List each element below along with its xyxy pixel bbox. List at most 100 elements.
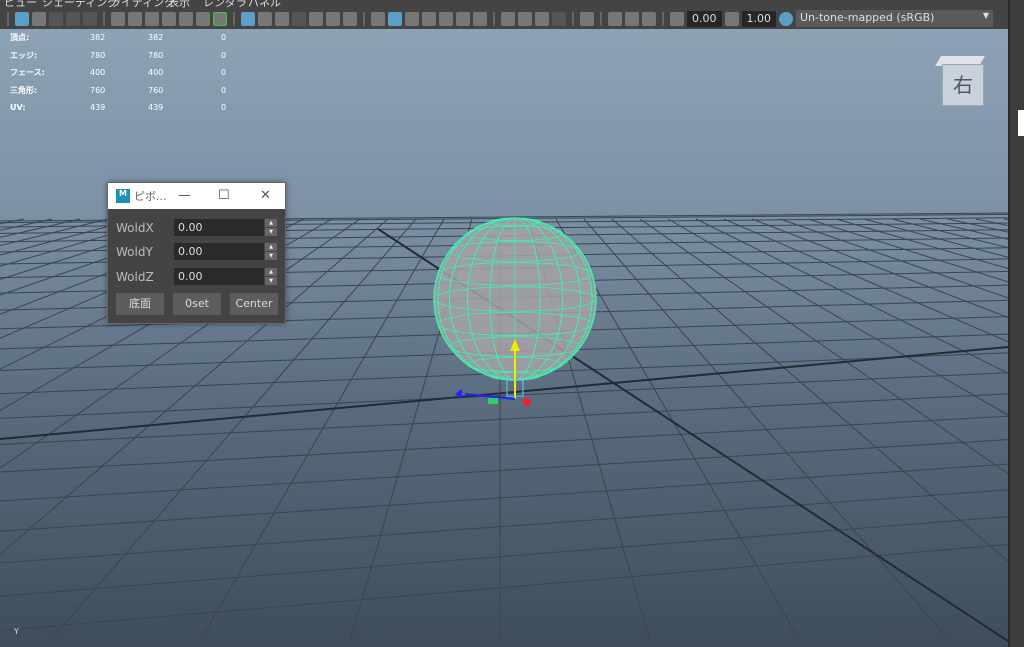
- isolate-select-icon[interactable]: [580, 11, 594, 26]
- maximize-button[interactable]: ☐: [218, 188, 230, 203]
- stat-row: 三角形: 760 760 0: [10, 82, 226, 100]
- zero-set-button[interactable]: 0set: [173, 293, 221, 315]
- chevron-down-icon: ▼: [982, 11, 989, 20]
- world-y-stepper[interactable]: ▲ ▼: [265, 243, 277, 260]
- divider: [662, 11, 664, 26]
- camera-lock-icon[interactable]: [128, 11, 142, 26]
- grid-line: [0, 439, 1008, 502]
- ambient-occlusion-icon[interactable]: [501, 11, 515, 26]
- gamma-input[interactable]: 1.00: [741, 10, 776, 27]
- gate-mask-icon[interactable]: [292, 11, 306, 26]
- safe-title-icon[interactable]: [343, 11, 357, 26]
- divider: [103, 11, 105, 26]
- dialog-titlebar[interactable]: M ピボ... — ☐ ✕: [108, 183, 285, 209]
- film-gate-icon[interactable]: [258, 11, 272, 26]
- color-space-select[interactable]: Un-tone-mapped (sRGB) ▼: [796, 10, 993, 27]
- panel-tab[interactable]: [1018, 110, 1024, 136]
- menu-panels[interactable]: パネル: [248, 0, 281, 8]
- motion-blur-icon[interactable]: [518, 11, 532, 26]
- depth-of-field-icon[interactable]: [552, 11, 566, 26]
- scene-grid: [0, 212, 1008, 642]
- spin-up-icon[interactable]: ▲: [265, 268, 277, 276]
- world-z-input[interactable]: 0.00: [174, 268, 264, 285]
- image-plane-icon[interactable]: [179, 11, 193, 26]
- menu-view[interactable]: ビュー: [4, 0, 37, 8]
- divider: [572, 11, 574, 26]
- stat-value: 382: [148, 33, 164, 43]
- spin-down-icon[interactable]: ▼: [265, 277, 277, 285]
- center-button[interactable]: Center: [230, 293, 278, 315]
- exposure-icon[interactable]: [670, 11, 684, 26]
- menu-show[interactable]: 表示: [168, 0, 190, 8]
- gamma-icon[interactable]: [724, 11, 739, 26]
- stat-label: 三角形:: [10, 85, 38, 95]
- safe-action-icon[interactable]: [326, 11, 340, 26]
- spin-down-icon[interactable]: ▼: [265, 252, 277, 260]
- minimize-button[interactable]: —: [178, 188, 191, 203]
- panel-toolbar: 0.00 1.00 Un-tone-mapped (sRGB) ▼: [0, 8, 1008, 29]
- stat-value: 0: [221, 103, 227, 113]
- world-x-stepper[interactable]: ▲ ▼: [265, 219, 277, 236]
- antialias-icon[interactable]: [535, 11, 549, 26]
- viewcube[interactable]: 右: [935, 56, 985, 106]
- stat-row: フェース: 400 400 0: [10, 64, 226, 82]
- grid-line: [611, 218, 1008, 562]
- spin-up-icon[interactable]: ▲: [265, 219, 277, 227]
- stat-value: 0: [221, 50, 227, 60]
- select-camera-icon[interactable]: [15, 11, 29, 26]
- bookmark-icon[interactable]: [49, 11, 63, 26]
- menu-lighting[interactable]: ライティング: [110, 0, 175, 8]
- heads-up-poly-count: 頂点: 382 382 0 エッジ: 780 780 0 フェース: 400 400 0 三角形:…: [10, 29, 226, 117]
- grid-line: [975, 218, 1008, 227]
- stat-value: 780: [148, 50, 164, 60]
- bottom-button[interactable]: 底面: [116, 293, 164, 315]
- world-z-stepper[interactable]: ▲ ▼: [265, 268, 277, 285]
- 3d-viewport[interactable]: 右 Y: [0, 29, 1008, 647]
- default-material-icon[interactable]: [405, 11, 419, 26]
- backface-icon[interactable]: [642, 11, 656, 26]
- menu-renderer[interactable]: レンダラ: [203, 0, 247, 8]
- stat-value: 780: [90, 50, 106, 60]
- grid-line: [0, 489, 1008, 564]
- sphere-icon[interactable]: [66, 11, 80, 26]
- exposure-input[interactable]: 0.00: [687, 10, 722, 27]
- divider: [600, 11, 602, 26]
- spin-up-icon[interactable]: ▲: [265, 243, 277, 251]
- wireframe-icon[interactable]: [371, 11, 385, 26]
- wireframe-on-shaded-icon[interactable]: [422, 11, 436, 26]
- world-x-input[interactable]: 0.00: [174, 219, 264, 236]
- smooth-shade-icon[interactable]: [388, 11, 402, 26]
- stat-row: 頂点: 382 382 0: [10, 29, 226, 47]
- camera-icon[interactable]: [111, 11, 125, 26]
- grease-pencil-icon[interactable]: [213, 11, 227, 26]
- divider: [493, 11, 495, 26]
- frame-icon[interactable]: [32, 11, 46, 26]
- 2d-pan-zoom-icon[interactable]: [196, 11, 210, 26]
- bookmark-camera-icon[interactable]: [162, 11, 176, 26]
- world-y-input[interactable]: 0.00: [174, 243, 264, 260]
- layers-icon[interactable]: [83, 11, 97, 26]
- menu-shading[interactable]: シェーディング: [42, 0, 118, 8]
- grid-icon[interactable]: [241, 11, 255, 26]
- spin-down-icon[interactable]: ▼: [265, 228, 277, 236]
- stat-value: 0: [221, 33, 227, 43]
- camera-attr-icon[interactable]: [145, 11, 159, 26]
- stat-value: 760: [148, 85, 164, 95]
- xray-joints-icon[interactable]: [608, 11, 622, 26]
- grid-line: [0, 463, 1008, 532]
- field-label: WoldZ: [116, 269, 154, 284]
- grid-line: [751, 218, 1008, 318]
- lights-icon[interactable]: [456, 11, 470, 26]
- stat-value: 439: [90, 103, 106, 113]
- xray-active-icon[interactable]: [625, 11, 639, 26]
- stat-value: 400: [148, 68, 164, 78]
- field-chart-icon[interactable]: [309, 11, 323, 26]
- close-button[interactable]: ✕: [260, 188, 271, 203]
- xray-icon[interactable]: [439, 11, 453, 26]
- resolution-gate-icon[interactable]: [275, 11, 289, 26]
- color-management-toggle-icon[interactable]: [779, 11, 793, 26]
- viewcube-right-face[interactable]: 右: [942, 64, 984, 106]
- divider: [7, 11, 9, 26]
- field-row-z: WoldZ 0.00 ▲ ▼: [116, 268, 277, 285]
- shadows-icon[interactable]: [473, 11, 487, 26]
